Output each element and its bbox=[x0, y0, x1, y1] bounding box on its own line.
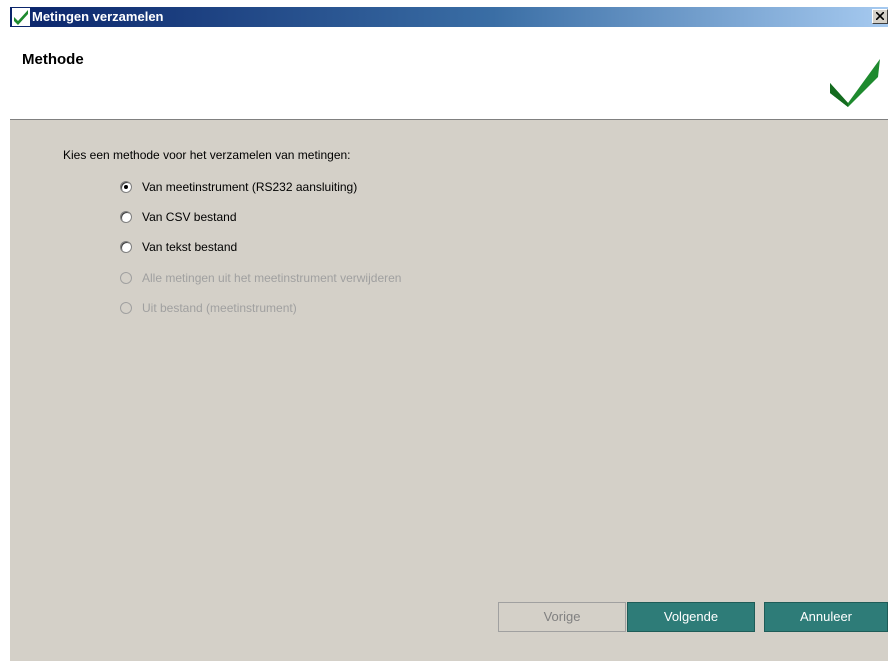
wizard-content: Kies een methode voor het verzamelen van… bbox=[10, 120, 888, 661]
option-label: Van tekst bestand bbox=[142, 240, 238, 254]
option-tekst-bestand[interactable]: Van tekst bestand bbox=[120, 239, 237, 255]
radio-button[interactable] bbox=[120, 211, 132, 223]
option-label: Uit bestand (meetinstrument) bbox=[142, 301, 297, 315]
radio-button[interactable] bbox=[120, 181, 132, 193]
checkmark-icon bbox=[830, 59, 880, 107]
close-icon bbox=[876, 12, 884, 20]
option-csv-bestand[interactable]: Van CSV bestand bbox=[120, 209, 237, 225]
window-title: Metingen verzamelen bbox=[32, 9, 164, 24]
wizard-header: Methode bbox=[10, 27, 888, 120]
radio-button[interactable] bbox=[120, 241, 132, 253]
option-uit-bestand: Uit bestand (meetinstrument) bbox=[120, 300, 297, 316]
option-metingen-verwijderen: Alle metingen uit het meetinstrument ver… bbox=[120, 270, 401, 286]
option-label: Alle metingen uit het meetinstrument ver… bbox=[142, 271, 402, 285]
prompt-text: Kies een methode voor het verzamelen van… bbox=[63, 148, 351, 162]
title-bar[interactable]: Metingen verzamelen bbox=[10, 7, 888, 27]
radio-button bbox=[120, 302, 132, 314]
previous-button: Vorige bbox=[498, 602, 626, 632]
option-label: Van CSV bestand bbox=[142, 210, 237, 224]
close-button[interactable] bbox=[872, 9, 888, 24]
option-meetinstrument[interactable]: Van meetinstrument (RS232 aansluiting) bbox=[120, 179, 357, 195]
option-label: Van meetinstrument (RS232 aansluiting) bbox=[142, 180, 358, 194]
radio-button bbox=[120, 272, 132, 284]
wizard-window: Metingen verzamelen Methode Kies een met… bbox=[10, 7, 888, 661]
page-title: Methode bbox=[22, 51, 84, 68]
cancel-button[interactable]: Annuleer bbox=[764, 602, 888, 632]
checkmark-icon bbox=[12, 8, 30, 26]
next-button[interactable]: Volgende bbox=[627, 602, 755, 632]
